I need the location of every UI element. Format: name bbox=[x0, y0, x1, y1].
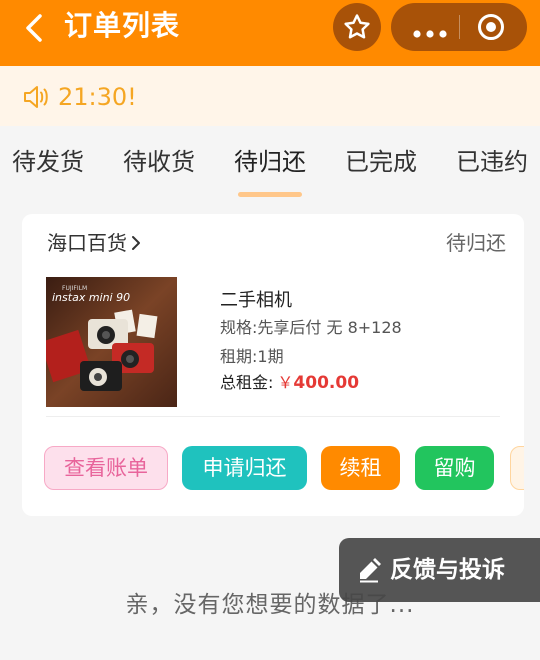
feedback-button[interactable]: 反馈与投诉 bbox=[339, 538, 540, 602]
notice-bar: 21:30! bbox=[0, 66, 540, 126]
order-status-label: 待归还 bbox=[446, 231, 506, 255]
capsule-divider bbox=[459, 15, 460, 39]
tab-completed[interactable]: 已完成 bbox=[345, 146, 417, 178]
product-spec: 规格:先享后付 无 8+128 bbox=[220, 318, 402, 337]
tab-defaulted[interactable]: 已违约 bbox=[456, 146, 528, 178]
renew-button[interactable]: 续租 bbox=[321, 446, 400, 490]
order-status-tabs: 待发货 待收货 待归还 已完成 已违约 bbox=[0, 126, 540, 200]
view-bill-button[interactable]: 查看账单 bbox=[44, 446, 168, 490]
tab-pending-receipt[interactable]: 待收货 bbox=[123, 146, 195, 178]
notice-text: 21:30! bbox=[58, 83, 137, 111]
feedback-label: 反馈与投诉 bbox=[390, 557, 505, 583]
apply-return-button[interactable]: 申请归还 bbox=[182, 446, 307, 490]
nav-bar: 订单列表 bbox=[0, 0, 540, 66]
order-card: 海口百货 待归还 FUJIFILM instax mini 90 二手相机 规格… bbox=[22, 214, 524, 516]
page-title: 订单列表 bbox=[64, 9, 181, 42]
star-icon bbox=[344, 14, 370, 39]
shop-link[interactable]: 海口百货 bbox=[47, 230, 143, 256]
svg-text:instax mini 90: instax mini 90 bbox=[52, 291, 130, 304]
total-rent: 总租金: ￥400.00 bbox=[220, 372, 359, 394]
favorite-button[interactable] bbox=[333, 3, 381, 51]
tab-pending-shipment[interactable]: 待发货 bbox=[12, 146, 84, 178]
currency-symbol: ￥ bbox=[277, 373, 294, 392]
close-miniprogram-icon[interactable] bbox=[477, 13, 505, 41]
product-image[interactable]: FUJIFILM instax mini 90 bbox=[46, 277, 177, 407]
more-actions-button[interactable] bbox=[510, 446, 524, 490]
chevron-right-icon bbox=[132, 236, 140, 250]
shop-name: 海口百货 bbox=[47, 231, 127, 255]
active-tab-indicator bbox=[238, 192, 302, 197]
miniprogram-capsule bbox=[391, 3, 527, 51]
tab-pending-return[interactable]: 待归还 bbox=[234, 146, 306, 178]
speaker-icon bbox=[22, 83, 50, 111]
rental-term: 租期:1期 bbox=[220, 347, 284, 366]
total-rent-amount: 400.00 bbox=[293, 373, 360, 393]
back-arrow-icon[interactable] bbox=[20, 10, 50, 46]
buyout-button[interactable]: 留购 bbox=[415, 446, 494, 490]
total-rent-label: 总租金: bbox=[220, 373, 274, 392]
edit-pen-icon bbox=[360, 558, 381, 583]
more-dots-icon[interactable] bbox=[413, 23, 447, 38]
card-divider bbox=[46, 416, 500, 417]
product-name: 二手相机 bbox=[220, 290, 292, 311]
